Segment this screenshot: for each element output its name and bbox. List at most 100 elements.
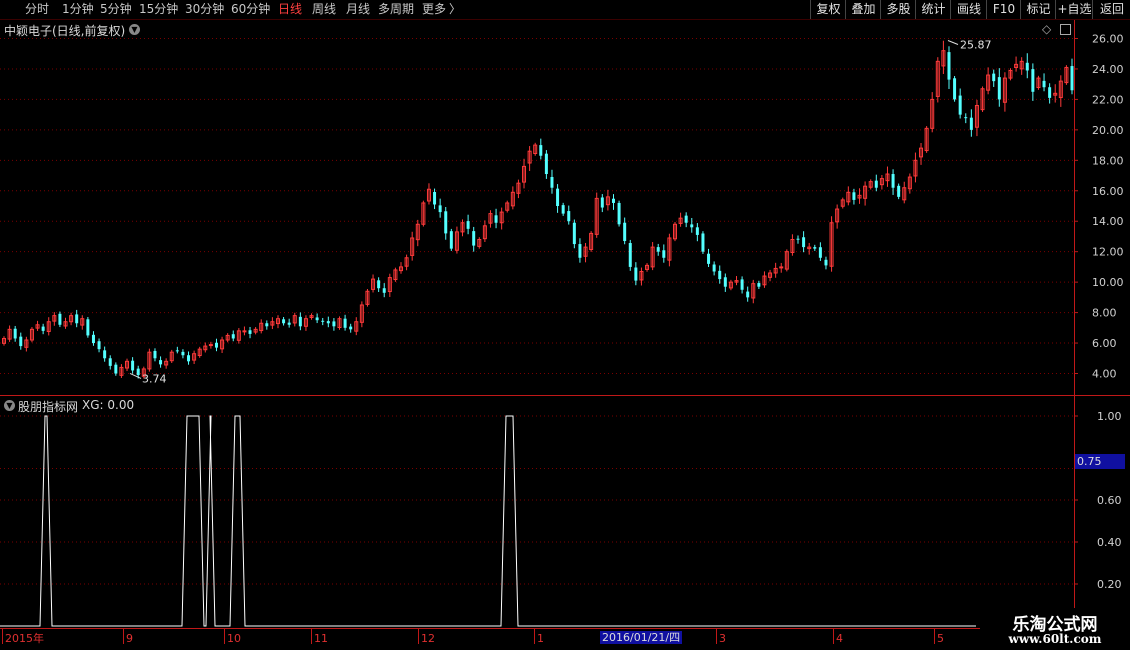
chevron-down-icon[interactable]: ▼ bbox=[4, 400, 15, 411]
candle-body bbox=[953, 78, 957, 100]
y-tick-label: 18.00 bbox=[1092, 154, 1124, 167]
diamond-icon[interactable]: ◇ bbox=[1042, 22, 1051, 36]
candle-body bbox=[813, 247, 817, 249]
y-tick-label: 0.60 bbox=[1097, 494, 1122, 507]
candle-body bbox=[438, 205, 442, 213]
xg-value: XG: 0.00 bbox=[82, 398, 135, 412]
x-axis-label: 3 bbox=[719, 632, 726, 645]
candle-body bbox=[114, 364, 118, 374]
candle-body bbox=[1070, 66, 1074, 91]
window-toggle-icon[interactable] bbox=[1060, 24, 1071, 35]
candle-body bbox=[779, 266, 784, 269]
candle-body bbox=[1042, 80, 1046, 88]
candle-body bbox=[472, 231, 476, 246]
cursor-date-badge: 2016/01/21/四 bbox=[600, 631, 683, 644]
y-tick-label: 12.00 bbox=[1092, 246, 1124, 259]
candle-body bbox=[958, 95, 962, 115]
candle-body bbox=[382, 288, 386, 293]
x-axis-label: 2015年 bbox=[5, 631, 44, 645]
candle-body bbox=[824, 259, 828, 266]
x-axis-label: 10 bbox=[227, 632, 241, 645]
candle-body bbox=[695, 227, 699, 235]
candle-body bbox=[757, 283, 761, 287]
candle-body bbox=[567, 211, 571, 222]
candle-body bbox=[992, 73, 996, 82]
candle-body bbox=[13, 328, 17, 339]
candle-body bbox=[75, 314, 79, 324]
candle-body bbox=[796, 238, 800, 240]
y-tick-label: 14.00 bbox=[1092, 215, 1124, 228]
candle-body bbox=[97, 341, 101, 350]
candle-body bbox=[746, 291, 750, 298]
candle-body bbox=[326, 321, 330, 324]
candle-body bbox=[897, 185, 901, 197]
candle-body bbox=[684, 215, 688, 223]
y-tick-label: 1.00 bbox=[1097, 410, 1122, 423]
candle-body bbox=[1025, 62, 1029, 71]
candle-body bbox=[41, 326, 45, 331]
candle-body bbox=[662, 250, 666, 258]
candle-body bbox=[690, 224, 694, 228]
y-tick-label: 6.00 bbox=[1092, 337, 1117, 350]
candle-body bbox=[131, 360, 135, 371]
candle-body bbox=[444, 211, 448, 234]
indicator-title: 股朋指标网 bbox=[18, 400, 79, 414]
current-value-badge: 0.75 bbox=[1075, 454, 1125, 469]
candle-body bbox=[718, 270, 722, 280]
candle-body bbox=[136, 368, 140, 376]
y-tick-label: 20.00 bbox=[1092, 124, 1124, 137]
candle-body bbox=[701, 233, 705, 252]
watermark-url: www.60lt.com bbox=[1008, 632, 1102, 646]
candle-body bbox=[181, 351, 185, 356]
candle-body bbox=[723, 277, 727, 287]
candle-body bbox=[874, 180, 878, 188]
x-axis-label: 9 bbox=[126, 632, 133, 645]
y-tick-label: 22.00 bbox=[1092, 93, 1124, 106]
candle-body bbox=[600, 197, 604, 208]
watermark: 乐淘公式网 www.60lt.com bbox=[985, 608, 1130, 650]
candle-body bbox=[802, 237, 806, 248]
candle-body bbox=[634, 267, 638, 281]
candle-body bbox=[466, 221, 470, 229]
candle-body bbox=[282, 319, 286, 324]
x-axis-label: 1 bbox=[537, 632, 544, 645]
candle-body bbox=[265, 323, 269, 327]
xg-signal-line bbox=[0, 415, 976, 627]
y-tick-label: 4.00 bbox=[1092, 368, 1117, 381]
stock-chart[interactable]: 26.0024.0022.0020.0018.0016.0014.0012.00… bbox=[0, 0, 1130, 650]
candle-body bbox=[231, 334, 235, 339]
candle-body bbox=[891, 174, 895, 188]
candle-body bbox=[578, 244, 582, 258]
candle-body bbox=[852, 192, 856, 200]
candle-body bbox=[153, 350, 157, 359]
candle-body bbox=[623, 222, 627, 242]
candle-body bbox=[187, 355, 191, 362]
candle-body bbox=[1031, 69, 1035, 92]
candle-body bbox=[287, 322, 291, 325]
candle-body bbox=[656, 247, 660, 252]
min-price-label: 3.74 bbox=[142, 372, 167, 385]
candle-body bbox=[611, 198, 615, 203]
candle-body bbox=[947, 52, 951, 80]
candle-body bbox=[740, 279, 744, 290]
candle-body bbox=[208, 344, 213, 347]
candle-body bbox=[103, 350, 107, 359]
candle-body bbox=[159, 360, 163, 365]
candle-body bbox=[332, 321, 336, 327]
candle-body bbox=[964, 117, 968, 119]
candle-body bbox=[86, 319, 90, 336]
chevron-down-icon[interactable]: ▼ bbox=[129, 24, 140, 35]
candle-body bbox=[449, 231, 453, 249]
y-tick-label: 16.00 bbox=[1092, 185, 1124, 198]
x-axis-label: 12 bbox=[421, 632, 435, 645]
y-tick-label: 0.20 bbox=[1097, 578, 1122, 591]
candle-body bbox=[214, 342, 218, 348]
y-tick-label: 0.40 bbox=[1097, 536, 1122, 549]
candle-body bbox=[19, 336, 23, 347]
candle-body bbox=[242, 330, 247, 333]
y-tick-label: 10.00 bbox=[1092, 276, 1124, 289]
candle-body bbox=[58, 313, 62, 325]
y-tick-label: 26.00 bbox=[1092, 33, 1124, 46]
candle-body bbox=[572, 222, 576, 245]
candle-body bbox=[1048, 87, 1052, 98]
